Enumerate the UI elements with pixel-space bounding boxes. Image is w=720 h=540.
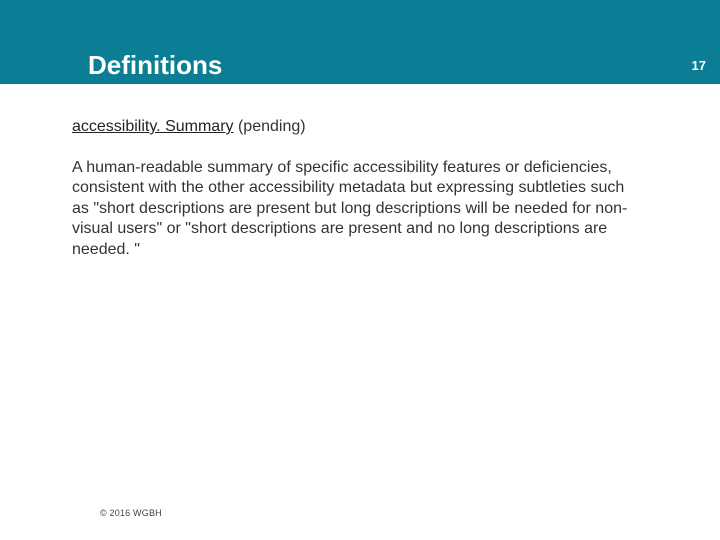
footer-copyright: © 2016 WGBH <box>100 508 162 518</box>
page-number: 17 <box>692 58 706 73</box>
slide: Definitions 17 accessibility. Summary (p… <box>0 0 720 540</box>
page-title: Definitions <box>88 50 222 81</box>
term-name: accessibility. Summary <box>72 118 234 135</box>
term-status: (pending) <box>238 118 306 135</box>
term-line: accessibility. Summary (pending) <box>72 118 306 136</box>
definition-body: A human-readable summary of specific acc… <box>72 158 640 260</box>
